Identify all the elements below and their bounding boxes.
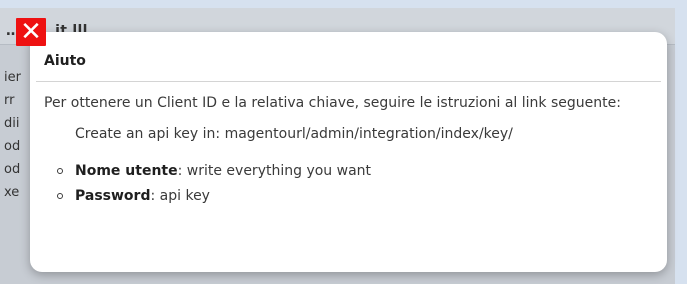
help-dialog: Aiuto Per ottenere un Client ID e la rel… <box>30 32 667 272</box>
credentials-list: Nome utente: write everything you want P… <box>44 159 624 209</box>
api-key-instruction: Create an api key in: magentourl/admin/i… <box>75 126 513 142</box>
background-text-line: xe <box>4 185 20 200</box>
close-icon: ✕ <box>20 17 42 47</box>
instructions-text: Per ottenere un Client ID e la relativa … <box>44 95 621 111</box>
list-item-label: Password <box>75 188 151 204</box>
list-item: Nome utente: write everything you want <box>44 159 624 184</box>
close-button[interactable]: ✕ <box>16 18 46 46</box>
list-item-text: : api key <box>150 188 210 204</box>
bullet-icon <box>57 168 63 174</box>
list-item-label: Nome utente <box>75 163 178 179</box>
dialog-divider <box>36 81 661 82</box>
dialog-title: Aiuto <box>44 53 86 69</box>
background-text-line: ier <box>4 70 21 85</box>
list-item-text: : write everything you want <box>177 163 372 179</box>
bullet-icon <box>57 193 63 199</box>
background-text-line: dii <box>4 116 20 131</box>
list-item: Password: api key <box>44 184 624 209</box>
background-text-line: od <box>4 139 21 154</box>
background-text-line: rr <box>4 93 15 108</box>
dialog-body: Per ottenere un Client ID e la relativa … <box>44 92 624 209</box>
background-text-line: od <box>4 162 21 177</box>
